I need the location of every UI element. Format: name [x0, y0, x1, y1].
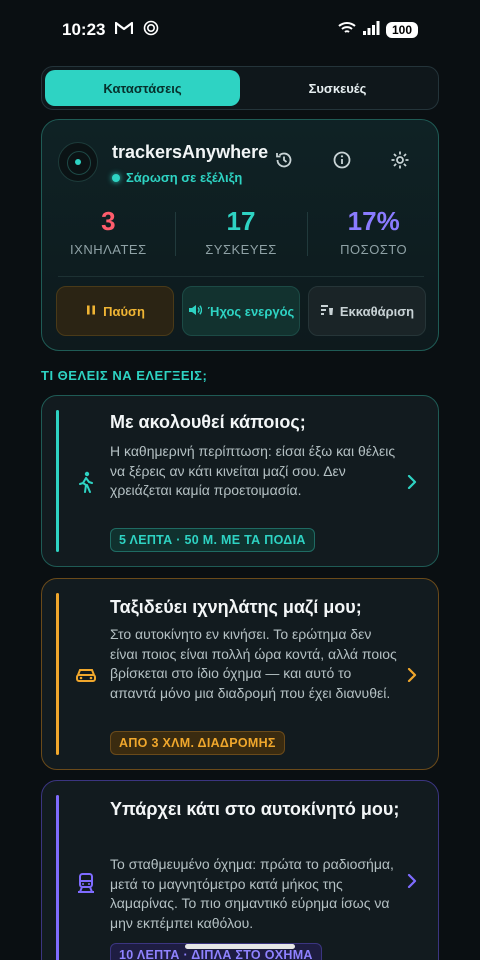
section-title: ΤΙ ΘΕΛΕΙΣ ΝΑ ΕΛΕΓΞΕΙΣ;	[41, 368, 208, 383]
accent-bar	[56, 795, 59, 960]
divider	[58, 276, 424, 277]
scenario-description: Στο αυτοκίνητο εν κινήσει. Το ερώτημα δε…	[110, 626, 397, 701]
stat-percentage-label: ΠΟΣΟΣΤΟ	[340, 242, 408, 257]
radar-icon	[58, 142, 98, 182]
signal-icon	[362, 20, 380, 40]
sync-icon	[143, 20, 159, 41]
scenario-title: Υπάρχει κάτι στο αυτοκίνητό μου;	[110, 799, 400, 819]
status-bar: 10:23 100	[0, 0, 480, 60]
pause-label: Παύση	[103, 303, 145, 319]
speaker-icon	[188, 304, 202, 319]
sound-label: Ήχος ενεργός	[207, 303, 295, 319]
walking-icon	[74, 470, 98, 494]
scenario-card-traveling[interactable]: Ταξιδεύει ιχνηλάτης μαζί μου; Στο αυτοκί…	[41, 578, 439, 770]
stat-percentage: 17% ΠΟΣΟΣΤΟ	[307, 204, 440, 268]
tab-bar: Καταστάσεις Συσκευές	[41, 66, 439, 110]
history-icon[interactable]	[272, 148, 296, 172]
wifi-icon	[338, 20, 356, 40]
sound-toggle-button[interactable]: Ήχος ενεργός	[182, 286, 300, 336]
info-icon[interactable]	[330, 148, 354, 172]
chevron-right-icon	[404, 873, 420, 889]
home-indicator[interactable]	[185, 944, 295, 949]
scenario-card-followed[interactable]: Με ακολουθεί κάποιος; Η καθημερινή περίπ…	[41, 395, 439, 567]
car-icon	[74, 663, 98, 687]
pause-button[interactable]: Παύση	[56, 286, 174, 336]
chevron-right-icon	[404, 667, 420, 683]
scenario-tag: 5 ΛΕΠΤΑ · 50 Μ. ΜΕ ΤΑ ΠΟΔΙΑ	[110, 528, 315, 552]
scenario-title: Ταξιδεύει ιχνηλάτης μαζί μου;	[110, 597, 362, 617]
stat-trackers-value: 3	[101, 206, 116, 236]
scenario-title: Με ακολουθεί κάποιος;	[110, 412, 306, 432]
status-dot-icon	[112, 173, 120, 182]
status-time: 10:23	[62, 20, 106, 39]
scenario-description: Το σταθμευμένο όχημα: πρώτα το ραδιοσήμα…	[110, 856, 394, 931]
gmail-icon	[115, 20, 134, 40]
tab-devices[interactable]: Συσκευές	[240, 70, 435, 106]
pause-icon	[85, 304, 97, 319]
scan-actions: Παύση Ήχος ενεργός Εκκαθάριση	[56, 286, 426, 336]
stat-percentage-value: 17%	[347, 206, 400, 236]
clear-list-icon	[320, 304, 334, 319]
stat-devices-value: 17	[226, 206, 256, 236]
vehicle-icon	[74, 871, 98, 895]
tab-situations[interactable]: Καταστάσεις	[45, 70, 240, 106]
stats-row: 3 ΙΧΝΗΛΑΤΕΣ 17 ΣΥΣΚΕΥΕΣ 17% ΠΟΣΟΣΤΟ	[42, 204, 440, 268]
stat-trackers: 3 ΙΧΝΗΛΑΤΕΣ	[42, 204, 175, 268]
scenario-card-parked[interactable]: Υπάρχει κάτι στο αυτοκίνητό μου; Το σταθ…	[41, 780, 439, 960]
scan-status: Σάρωση σε εξέλιξη	[112, 170, 242, 185]
scenario-description: Η καθημερινή περίπτωση: είσαι έξω και θέ…	[110, 443, 396, 498]
scenario-tag: ΑΠΟ 3 ΧΛΜ. ΔΙΑΔΡΟΜΗΣ	[110, 731, 285, 755]
app-name: trackersAnywhere	[112, 142, 269, 162]
stat-trackers-label: ΙΧΝΗΛΑΤΕΣ	[70, 242, 147, 257]
accent-bar	[56, 410, 59, 552]
settings-gear-icon[interactable]	[388, 148, 412, 172]
stat-devices: 17 ΣΥΣΚΕΥΕΣ	[174, 204, 308, 268]
battery-indicator: 100	[386, 22, 418, 38]
scan-status-card: trackersAnywhere Σάρωση σε εξέλιξη 3 ΙΧΝ…	[41, 119, 439, 351]
accent-bar	[56, 593, 59, 755]
stat-devices-label: ΣΥΣΚΕΥΕΣ	[205, 242, 277, 257]
clear-button[interactable]: Εκκαθάριση	[308, 286, 426, 336]
chevron-right-icon	[404, 474, 420, 490]
clear-label: Εκκαθάριση	[339, 303, 415, 319]
scan-status-label: Σάρωση σε εξέλιξη	[126, 170, 243, 185]
